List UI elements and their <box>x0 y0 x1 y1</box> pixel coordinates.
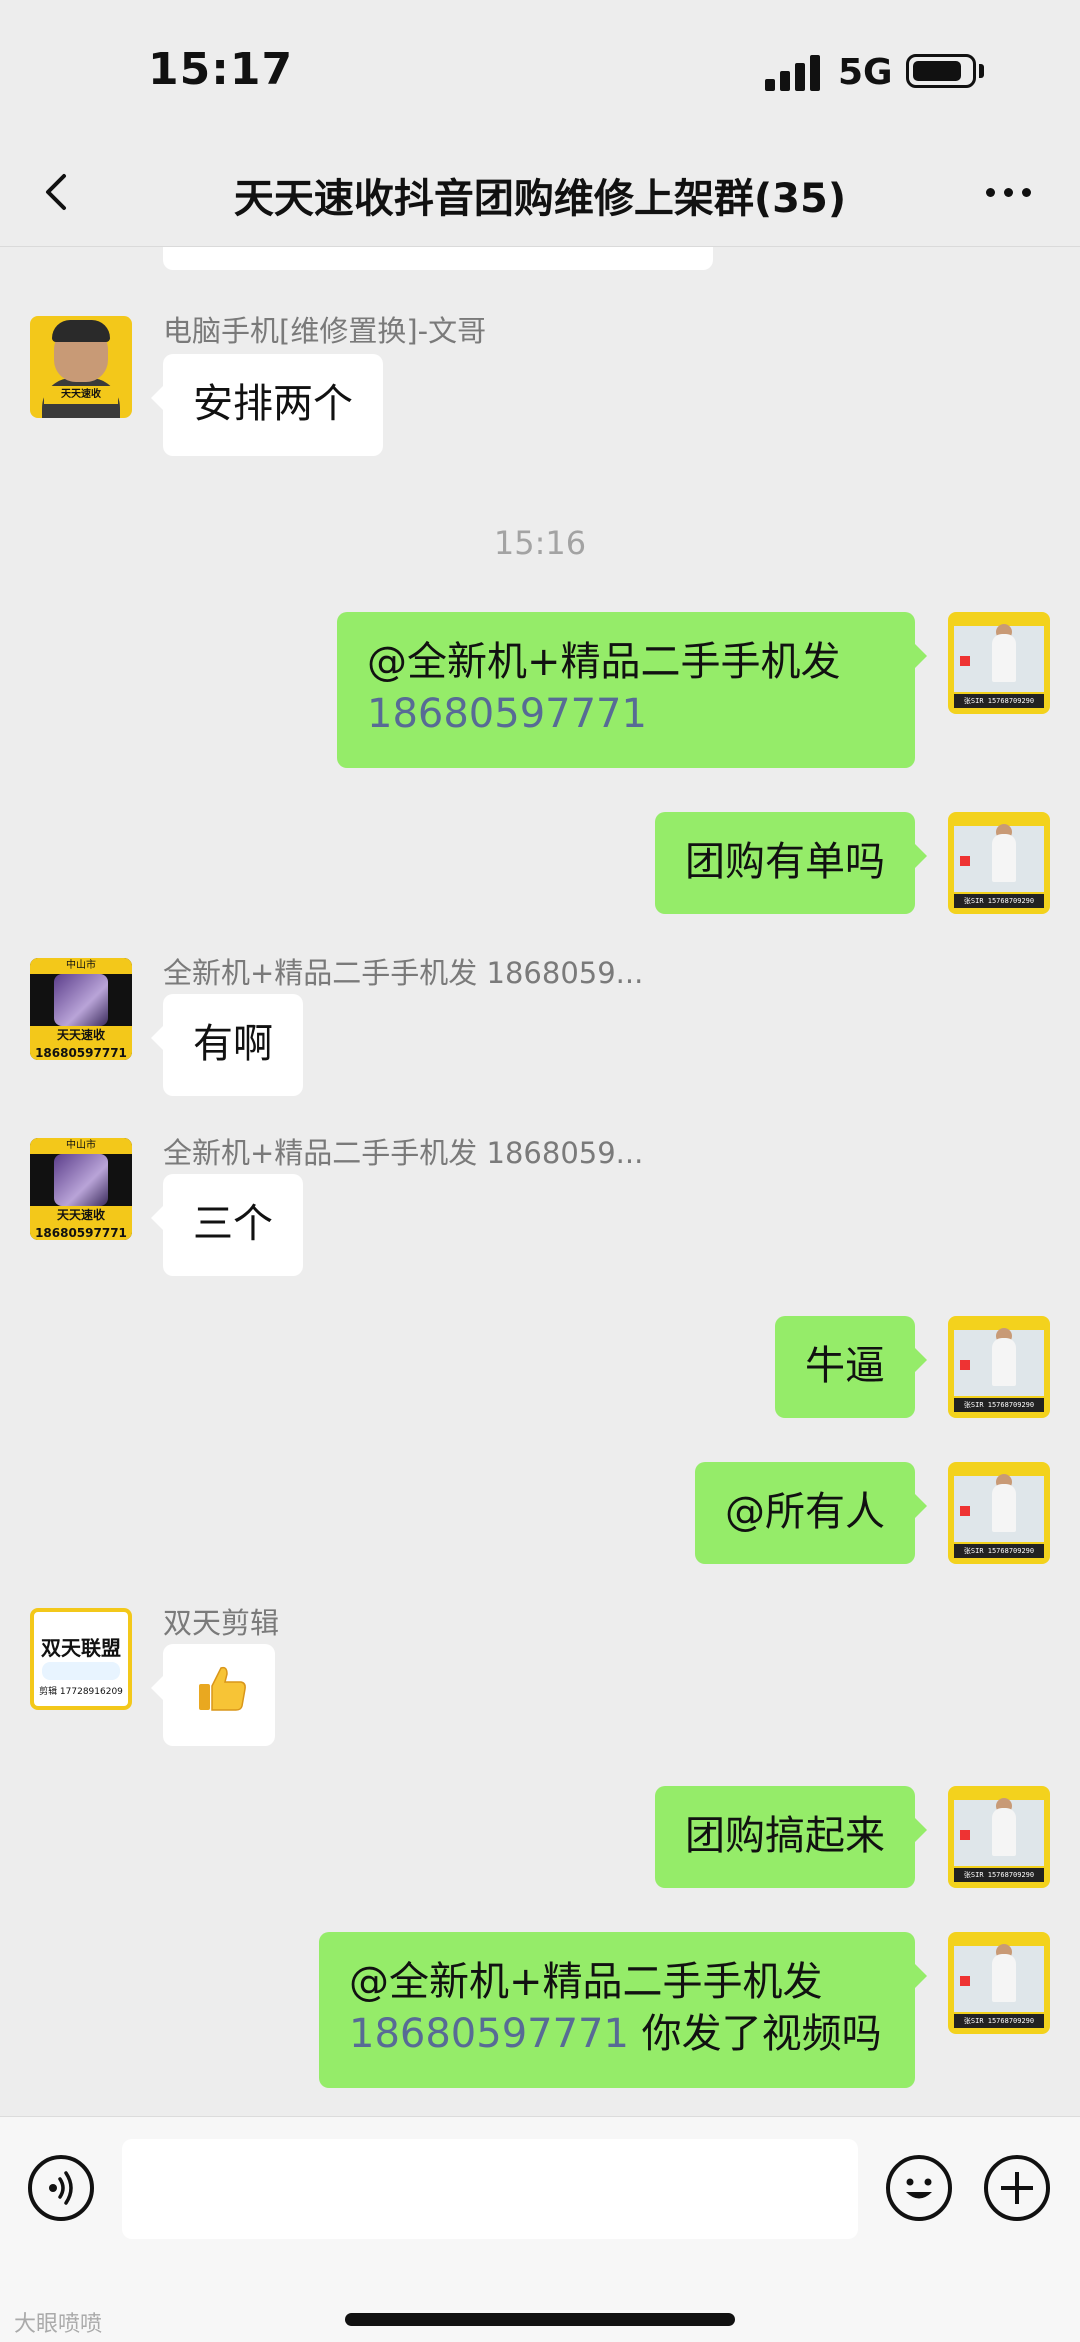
network-type: 5G <box>838 52 893 93</box>
time-divider: 15:16 <box>493 524 587 562</box>
message-list[interactable]: .................... 天天速收 电脑手机[维修置换]-文哥 … <box>0 246 1080 2116</box>
chat-title: 天天速收抖音团购维修上架群(35) <box>233 176 847 222</box>
message-text: 三个 <box>193 1201 273 1247</box>
message-text: 团购搞起来 <box>685 1813 885 1859</box>
my-avatar[interactable]: 张SIR 15768709290 <box>948 1932 1050 2034</box>
message-input[interactable] <box>122 2139 858 2239</box>
watermark: 大眼喷喷 <box>14 2312 103 2337</box>
battery-icon <box>906 54 976 88</box>
sender-avatar[interactable]: 中山市 天天速收 18680597771 <box>30 958 132 1060</box>
phone-link[interactable]: 18680597771 <box>367 691 647 737</box>
input-bar: 大眼喷喷 <box>0 2116 1080 2342</box>
sender-avatar[interactable]: 双天联盟 剪辑 17728916209 <box>30 1608 132 1710</box>
message-text: 安排两个 <box>193 381 353 427</box>
my-avatar[interactable]: 张SIR 15768709290 <box>948 1786 1050 1888</box>
more-options-icon[interactable] <box>980 182 1036 202</box>
message-text: @全新机+精品二手手机发 <box>367 639 841 685</box>
sender-name: 双天剪辑 <box>163 1606 280 1640</box>
message-text: @全新机+精品二手手机发 <box>349 1959 823 2005</box>
message-bubble[interactable]: .................... <box>163 246 713 270</box>
sender-name: 全新机+精品二手手机发 1868059... <box>163 956 644 990</box>
message-text: @所有人 <box>725 1489 885 1535</box>
message-text: 你发了视频吗 <box>628 2011 882 2057</box>
my-avatar[interactable]: 张SIR 15768709290 <box>948 612 1050 714</box>
sender-name: 电脑手机[维修置换]-文哥 <box>163 314 487 348</box>
voice-input-icon[interactable] <box>28 2155 94 2221</box>
my-avatar[interactable]: 张SIR 15768709290 <box>948 812 1050 914</box>
sender-avatar[interactable]: 中山市 天天速收 18680597771 <box>30 1138 132 1240</box>
chat-header: 天天速收抖音团购维修上架群(35) <box>0 140 1080 247</box>
message-bubble[interactable]: 安排两个 <box>151 354 383 456</box>
thumbs-up-icon <box>199 1666 246 1711</box>
my-avatar[interactable]: 张SIR 15768709290 <box>948 1462 1050 1564</box>
message-bubble[interactable]: @全新机+精品二手手机发 18680597771 <box>337 612 927 768</box>
message-bubble[interactable]: 团购有单吗 <box>655 812 927 914</box>
message-text: 牛逼 <box>805 1343 885 1389</box>
sender-name: 全新机+精品二手手机发 1868059... <box>163 1136 644 1170</box>
more-plus-icon[interactable] <box>984 2155 1050 2221</box>
message-bubble[interactable]: @所有人 <box>695 1462 927 1564</box>
home-indicator[interactable] <box>345 2313 735 2326</box>
back-icon[interactable] <box>38 172 78 212</box>
message-bubble[interactable]: 牛逼 <box>775 1316 927 1418</box>
message-bubble[interactable]: 团购搞起来 <box>655 1786 927 1888</box>
phone-link[interactable]: 18680597771 <box>349 2011 629 2057</box>
status-bar: 15:17 5G <box>0 0 1080 140</box>
sender-avatar[interactable]: 天天速收 <box>30 316 132 418</box>
message-bubble[interactable]: @全新机+精品二手手机发 18680597771 你发了视频吗 <box>319 1932 927 2088</box>
message-text: 有啊 <box>193 1021 273 1067</box>
message-bubble[interactable]: 三个 <box>151 1174 303 1276</box>
my-avatar[interactable]: 张SIR 15768709290 <box>948 1316 1050 1418</box>
battery-tip <box>979 64 984 78</box>
message-bubble[interactable]: 有啊 <box>151 994 303 1096</box>
status-time: 15:17 <box>148 44 294 95</box>
message-text: 团购有单吗 <box>685 839 885 885</box>
message-bubble[interactable] <box>151 1644 275 1746</box>
signal-icon <box>765 55 823 91</box>
emoji-icon[interactable] <box>886 2155 952 2221</box>
